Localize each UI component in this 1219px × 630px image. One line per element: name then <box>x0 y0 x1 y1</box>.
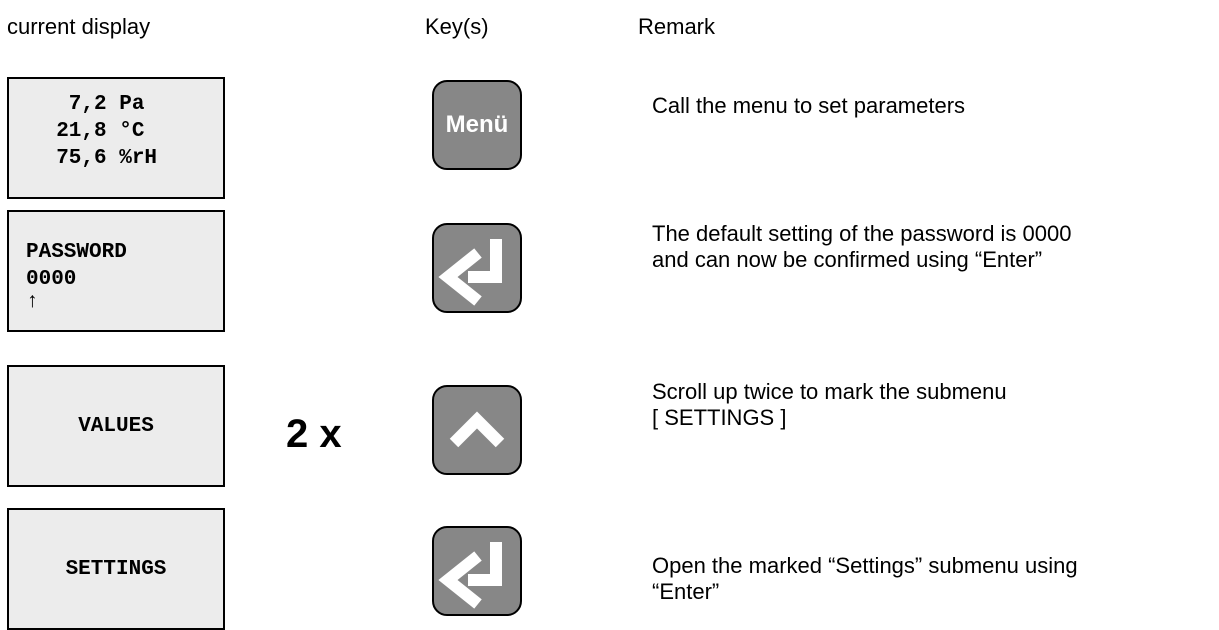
remark-line: and can now be confirmed using “Enter” <box>652 247 1043 272</box>
remark-row-3: Scroll up twice to mark the submenu [ SE… <box>652 379 1218 431</box>
display-line-values: VALUES <box>78 414 154 438</box>
remark-row-4: Open the marked “Settings” submenu using… <box>652 553 1218 605</box>
arrow-up-icon <box>449 411 505 448</box>
enter-icon <box>438 542 502 609</box>
lcd-display-settings: SETTINGS <box>7 508 225 630</box>
lcd-display-values: VALUES <box>7 365 225 487</box>
cursor-arrow-icon: ↑ <box>26 291 39 314</box>
header-current-display: current display <box>7 14 151 39</box>
display-line-settings: SETTINGS <box>65 557 167 581</box>
display-line-password-value: 0000 <box>26 268 77 291</box>
remark-line: The default setting of the password is 0… <box>652 221 1072 246</box>
remark-row-2: The default setting of the password is 0… <box>652 221 1218 273</box>
header-remark: Remark <box>638 14 716 39</box>
display-line-password-title: PASSWORD <box>26 241 127 264</box>
remark-line: Call the menu to set parameters <box>652 93 966 118</box>
enter-key-button[interactable] <box>432 223 522 313</box>
press-count-label: 2 x <box>286 412 342 456</box>
display-line-humidity: 75,6 %rH <box>31 147 158 170</box>
header-keys: Key(s) <box>425 14 489 39</box>
remark-line: Scroll up twice to mark the submenu <box>652 379 1007 404</box>
menu-key-label: Menü <box>445 111 509 138</box>
remark-line: Open the marked “Settings” submenu using <box>652 553 1078 578</box>
lcd-display-measurements: 7,2 Pa 21,8 °C 75,6 %rH <box>7 77 225 199</box>
arrow-up-key-button[interactable] <box>432 385 522 475</box>
lcd-display-password: PASSWORD 0000 ↑ <box>7 210 225 332</box>
remark-line: [ SETTINGS ] <box>652 405 787 430</box>
remark-row-1: Call the menu to set parameters <box>652 93 1218 119</box>
display-line-pressure: 7,2 Pa <box>31 93 145 116</box>
remark-line: “Enter” <box>652 579 720 604</box>
enter-icon <box>438 239 502 306</box>
enter-key-button[interactable] <box>432 526 522 616</box>
menu-key-button[interactable]: Menü <box>432 80 522 170</box>
display-line-temperature: 21,8 °C <box>31 120 145 143</box>
